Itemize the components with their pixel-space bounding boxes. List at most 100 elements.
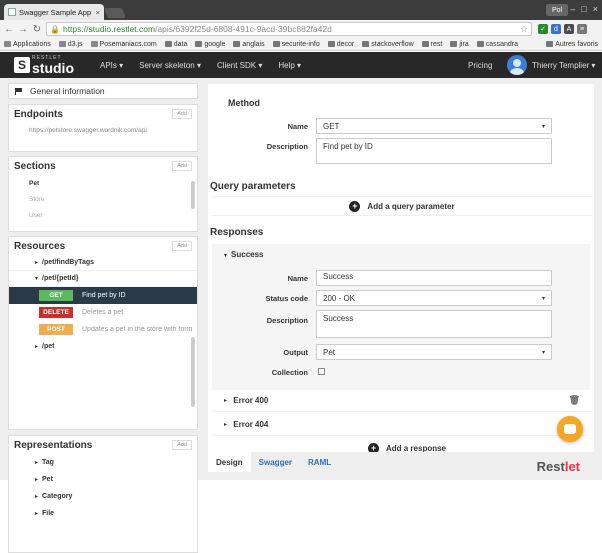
bookmark-item[interactable]: decor bbox=[327, 41, 354, 48]
method-row-delete[interactable]: DELETE Deletes a pet bbox=[9, 304, 197, 321]
studio-logo[interactable]: S RESTLET studio bbox=[14, 55, 74, 76]
url-path: /apis/6392f25d-6808-491c-9acd-39bc882fa4… bbox=[155, 24, 332, 34]
reload-icon[interactable]: ↻ bbox=[32, 24, 42, 35]
folder-icon bbox=[195, 41, 203, 47]
extension-icon[interactable]: d bbox=[551, 24, 561, 34]
bookmark-item[interactable]: jira bbox=[450, 41, 469, 48]
method-name-label: Name bbox=[287, 122, 308, 131]
bookmark-item[interactable]: anglais bbox=[233, 41, 265, 48]
pricing-link[interactable]: Pricing bbox=[468, 61, 492, 70]
add-representation-button[interactable]: Add bbox=[172, 440, 192, 450]
resource-item[interactable]: ▾/pet/{petId} bbox=[9, 271, 197, 287]
resource-item[interactable]: ▸/pet bbox=[9, 338, 197, 354]
response-error-404[interactable]: ▸ Error 404 bbox=[212, 414, 590, 436]
method-name-select[interactable]: GET ▾ bbox=[316, 118, 552, 134]
bookmark-item[interactable]: rest bbox=[421, 41, 442, 48]
endpoint-url[interactable]: https://petstore.swagger.wordnik.com/api bbox=[9, 123, 197, 138]
menu-icon[interactable]: ≡ bbox=[577, 24, 587, 34]
bookmark-item[interactable]: cassandra bbox=[476, 41, 518, 48]
page-icon bbox=[58, 41, 66, 47]
menu-client-sdk[interactable]: Client SDK ▾ bbox=[217, 61, 262, 70]
resources-title: Resources bbox=[14, 240, 66, 252]
bookmark-item[interactable]: securite-info bbox=[272, 41, 320, 48]
status-code-label: Status code bbox=[265, 294, 308, 303]
sections-panel: Sections Add Pet Store User bbox=[8, 156, 198, 232]
section-item-user[interactable]: User bbox=[9, 207, 197, 223]
minimize-icon[interactable]: – bbox=[570, 4, 575, 14]
representation-item[interactable]: ▸ File bbox=[9, 505, 197, 522]
delete-badge: DELETE bbox=[39, 307, 73, 318]
response-description-input[interactable]: Success bbox=[316, 310, 552, 338]
caret-right-icon: ▸ bbox=[35, 511, 39, 517]
bookmark-item[interactable]: d3.js bbox=[58, 41, 83, 48]
representation-item[interactable]: ▸ Tag bbox=[9, 454, 197, 471]
browser-user-badge[interactable]: Pol bbox=[546, 4, 568, 16]
sections-title: Sections bbox=[14, 160, 56, 172]
new-tab-button[interactable] bbox=[104, 8, 126, 18]
collection-checkbox[interactable] bbox=[318, 368, 325, 375]
response-name-input[interactable]: Success bbox=[316, 270, 552, 286]
trash-icon[interactable]: 🗑 bbox=[569, 395, 580, 406]
tab-design[interactable]: Design bbox=[208, 452, 251, 472]
add-endpoint-button[interactable]: Add bbox=[172, 109, 192, 119]
bookmark-item[interactable]: stackoverflow bbox=[362, 41, 414, 48]
avatar[interactable] bbox=[507, 55, 527, 75]
section-item-store[interactable]: Store bbox=[9, 191, 197, 207]
menu-help[interactable]: Help ▾ bbox=[278, 61, 301, 70]
tab-swagger[interactable]: Swagger bbox=[251, 452, 300, 472]
section-item-pet[interactable]: Pet bbox=[9, 175, 197, 191]
menu-apis[interactable]: APIs ▾ bbox=[100, 61, 123, 70]
status-code-select[interactable]: 200 - OK ▾ bbox=[316, 290, 552, 306]
responses-title: Responses bbox=[210, 227, 264, 238]
add-query-parameter-button[interactable]: + Add a query parameter bbox=[212, 196, 592, 216]
extension-icon[interactable]: ✓ bbox=[538, 24, 548, 34]
resources-scrollbar[interactable] bbox=[191, 337, 195, 407]
add-section-button[interactable]: Add bbox=[172, 161, 192, 171]
tab-raml[interactable]: RAML bbox=[300, 452, 339, 472]
sections-scrollbar[interactable] bbox=[191, 181, 195, 209]
bookmark-star-icon[interactable]: ☆ bbox=[520, 24, 528, 35]
caret-right-icon: ▸ bbox=[35, 343, 39, 350]
menu-server-skeleton[interactable]: Server skeleton ▾ bbox=[139, 61, 201, 70]
maximize-icon[interactable]: □ bbox=[581, 4, 586, 14]
chevron-down-icon: ▾ bbox=[541, 349, 545, 356]
main-editor: Method Name GET ▾ Description Find pet by… bbox=[204, 78, 602, 480]
response-error-400[interactable]: ▸ Error 400 🗑 bbox=[212, 390, 590, 412]
add-resource-button[interactable]: Add bbox=[172, 241, 192, 251]
method-row-get[interactable]: GET Find pet by ID bbox=[9, 287, 197, 304]
bookmark-item[interactable]: Applications bbox=[4, 41, 51, 48]
representation-item[interactable]: ▸ Category bbox=[9, 488, 197, 505]
response-success-toggle[interactable]: ▾ Success bbox=[224, 250, 263, 259]
url-input[interactable]: 🔒 https://studio.restlet.com /apis/6392f… bbox=[46, 22, 532, 36]
response-name-label: Name bbox=[287, 274, 308, 283]
bookmark-item[interactable]: data bbox=[164, 41, 187, 48]
method-row-post[interactable]: POST Updates a pet in the store with for… bbox=[9, 321, 197, 338]
extensions: ✓ d A ≡ bbox=[538, 24, 587, 34]
chevron-down-icon: ▾ bbox=[541, 123, 545, 130]
page-favicon-icon bbox=[8, 8, 16, 16]
chat-button[interactable] bbox=[557, 416, 583, 442]
caret-right-icon: ▸ bbox=[224, 422, 228, 428]
bookmark-item[interactable]: google bbox=[195, 41, 225, 48]
bookmarks-bar: Applications d3.js Posemaniacs.com data … bbox=[0, 38, 602, 51]
output-select[interactable]: Pet ▾ bbox=[316, 344, 552, 360]
close-tab-icon[interactable]: × bbox=[96, 8, 100, 17]
folder-icon bbox=[164, 41, 172, 47]
general-information-label: General information bbox=[30, 86, 105, 96]
back-icon[interactable]: ← bbox=[4, 24, 14, 35]
endpoints-title: Endpoints bbox=[14, 108, 63, 120]
other-bookmarks[interactable]: Autres favoris bbox=[546, 41, 598, 48]
resource-item[interactable]: ▸/pet/findByTags bbox=[9, 255, 197, 271]
browser-tab[interactable]: Swagger Sample App × bbox=[4, 4, 104, 20]
extension-icon[interactable]: A bbox=[564, 24, 574, 34]
app-header: S RESTLET studio APIs ▾ Server skeleton … bbox=[0, 52, 602, 78]
caret-right-icon: ▸ bbox=[224, 398, 228, 404]
method-section-title: Method bbox=[228, 98, 260, 108]
close-window-icon[interactable]: × bbox=[593, 4, 598, 14]
forward-icon[interactable]: → bbox=[18, 24, 28, 35]
bookmark-item[interactable]: Posemaniacs.com bbox=[90, 41, 157, 48]
general-information-item[interactable]: General information bbox=[8, 83, 198, 99]
logo-main-text: studio bbox=[32, 59, 74, 76]
user-menu[interactable]: Thierry Templier ▾ bbox=[532, 61, 595, 70]
method-description-input[interactable]: Find pet by ID bbox=[316, 138, 552, 164]
